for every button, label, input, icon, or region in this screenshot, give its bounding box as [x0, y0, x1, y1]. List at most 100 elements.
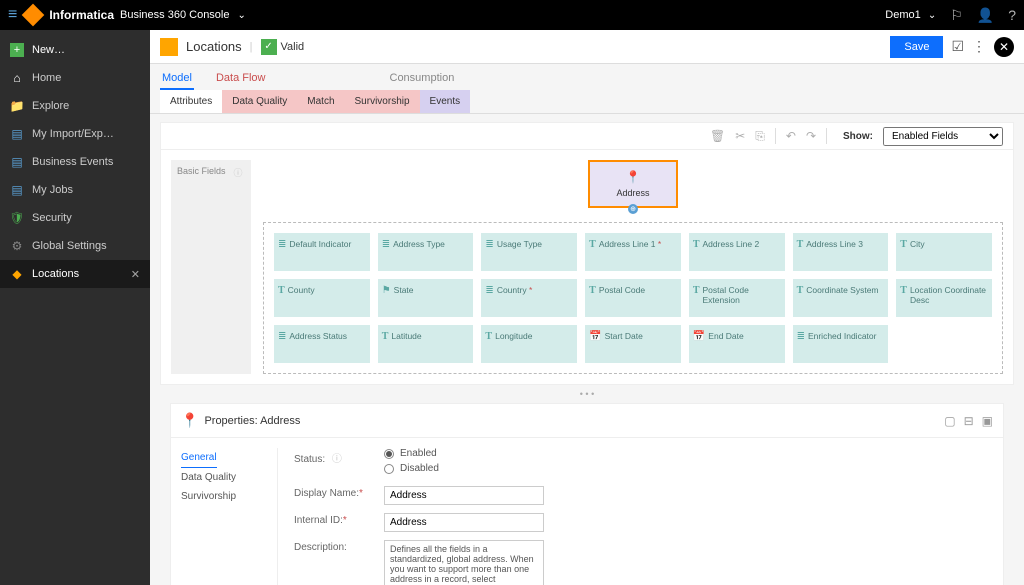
props-nav-general[interactable]: General [181, 448, 217, 468]
text-field-icon: T [278, 285, 285, 296]
sidebar-item-my-jobs[interactable]: ▤My Jobs [0, 176, 150, 204]
tab-data-quality[interactable]: Data Quality [222, 90, 297, 113]
menu-icon[interactable]: ≡ [8, 6, 17, 24]
properties-title: Properties: Address [204, 415, 300, 427]
field-card[interactable]: TPostal Code Extension [689, 279, 785, 317]
field-card[interactable]: TCity [896, 233, 992, 271]
undo-icon[interactable]: ↶ [786, 129, 796, 143]
save-button[interactable]: Save [890, 36, 943, 58]
page-icon [160, 38, 178, 56]
field-card[interactable]: ≣Address Type [378, 233, 474, 271]
cut-icon[interactable]: ✂ [735, 129, 745, 143]
properties-form: Status: ⓘ Enabled Disabled Display Name:… [277, 448, 993, 585]
import-icon: ▤ [10, 127, 24, 141]
field-card[interactable]: ⚑State [378, 279, 474, 317]
delete-icon[interactable]: 🗑 [710, 129, 725, 143]
pin-icon: 📍 [181, 412, 198, 429]
sidebar-item-new[interactable]: +New… [0, 36, 150, 64]
field-card[interactable]: TCoordinate System [793, 279, 889, 317]
field-card[interactable]: TPostal Code [585, 279, 681, 317]
sidebar-item-locations[interactable]: ◆Locations✕ [0, 260, 150, 288]
user-icon[interactable]: 👤 [977, 7, 994, 24]
sidebar-item-security[interactable]: 🛡Security [0, 204, 150, 232]
info-icon: ⓘ [234, 166, 243, 179]
tab-match[interactable]: Match [297, 90, 344, 113]
resize-handle[interactable]: • • • [160, 385, 1014, 403]
sidebar-item-business-events[interactable]: ▤Business Events [0, 148, 150, 176]
more-menu-icon[interactable]: ⋮ [972, 38, 986, 55]
layout-icon-1[interactable]: ▢ [944, 414, 955, 428]
product-dropdown-icon[interactable]: ⌄ [238, 10, 246, 21]
state-field-icon: ⚑ [382, 285, 391, 296]
text-field-icon: T [797, 285, 804, 296]
field-card[interactable]: ≣Usage Type [481, 233, 577, 271]
tab-consumption[interactable]: Consumption [388, 68, 457, 90]
tab-model[interactable]: Model [160, 68, 194, 90]
props-nav-data-quality[interactable]: Data Quality [181, 468, 261, 487]
sidebar-item-global-settings[interactable]: ⚙Global Settings [0, 232, 150, 260]
product-name: Business 360 Console [120, 9, 229, 21]
props-nav-survivorship[interactable]: Survivorship [181, 487, 261, 506]
field-card[interactable]: TLocation Coordinate Desc [896, 279, 992, 317]
description-textarea[interactable] [384, 540, 544, 585]
list-field-icon: ≣ [278, 239, 286, 250]
gear-icon: ⚙ [10, 239, 24, 253]
shield-icon: 🛡 [10, 211, 24, 225]
model-canvas: Basic Fieldsⓘ 📍 Address ⊕ ≣Default Indic… [160, 150, 1014, 385]
status-enabled-radio[interactable] [384, 449, 394, 459]
sidebar-item-import-export[interactable]: ▤My Import/Exp… [0, 120, 150, 148]
field-card[interactable]: ≣Default Indicator [274, 233, 370, 271]
field-card[interactable]: 📅Start Date [585, 325, 681, 363]
close-button[interactable]: ✕ [994, 37, 1014, 57]
field-card[interactable]: TLongitude [481, 325, 577, 363]
close-tab-icon[interactable]: ✕ [131, 268, 140, 281]
field-card[interactable]: TAddress Line 2 [689, 233, 785, 271]
list-field-icon: ≣ [485, 239, 493, 250]
brand-name: Informatica [49, 8, 114, 22]
date-field-icon: 📅 [693, 331, 705, 342]
status-label: Valid [281, 41, 305, 53]
redo-icon[interactable]: ↷ [806, 129, 816, 143]
field-card[interactable]: TCounty [274, 279, 370, 317]
fields-container: ≣Default Indicator≣Address Type≣Usage Ty… [263, 222, 1003, 374]
field-card[interactable]: ≣Address Status [274, 325, 370, 363]
tab-attributes[interactable]: Attributes [160, 90, 222, 113]
field-card[interactable]: TAddress Line 1 * [585, 233, 681, 271]
check-icon[interactable]: ☑ [951, 38, 964, 55]
text-field-icon: T [797, 239, 804, 250]
text-field-icon: T [693, 285, 700, 296]
display-name-input[interactable] [384, 486, 544, 505]
secondary-tabs: Attributes Data Quality Match Survivorsh… [150, 90, 1024, 114]
field-card[interactable]: ≣Enriched Indicator [793, 325, 889, 363]
basic-fields-panel[interactable]: Basic Fieldsⓘ [171, 160, 251, 374]
info-icon: ⓘ [332, 454, 342, 465]
tab-survivorship[interactable]: Survivorship [345, 90, 420, 113]
page-header: Locations | ✓ Valid Save ☑ ⋮ ✕ [150, 30, 1024, 64]
user-menu[interactable]: Demo1 ⌄ [885, 9, 936, 21]
topbar: ≡ Informatica Business 360 Console ⌄ Dem… [0, 0, 1024, 30]
link-icon: ⊕ [628, 204, 638, 214]
jobs-icon: ▤ [10, 183, 24, 197]
plus-icon: + [10, 43, 24, 57]
show-select[interactable]: Enabled Fields [883, 127, 1003, 146]
sidebar-item-explore[interactable]: 📁Explore [0, 92, 150, 120]
tab-data-flow[interactable]: Data Flow [214, 68, 268, 90]
location-tab-icon: ◆ [10, 267, 24, 281]
layout-icon-3[interactable]: ▣ [982, 414, 993, 428]
internal-id-input[interactable] [384, 513, 544, 532]
text-field-icon: T [589, 285, 596, 296]
tab-events[interactable]: Events [420, 90, 471, 113]
flag-icon[interactable]: ⚐ [950, 7, 963, 24]
field-card[interactable]: TLatitude [378, 325, 474, 363]
address-node[interactable]: 📍 Address ⊕ [588, 160, 678, 208]
field-card[interactable]: ≣Country * [481, 279, 577, 317]
status-disabled-radio[interactable] [384, 464, 394, 474]
field-card[interactable]: TAddress Line 3 [793, 233, 889, 271]
help-icon[interactable]: ? [1008, 7, 1016, 23]
show-label: Show: [843, 131, 873, 142]
text-field-icon: T [485, 331, 492, 342]
layout-icon-2[interactable]: ⊟ [964, 414, 974, 428]
sidebar-item-home[interactable]: ⌂Home [0, 64, 150, 92]
field-card[interactable]: 📅End Date [689, 325, 785, 363]
copy-icon[interactable]: ⎘ [755, 129, 765, 144]
